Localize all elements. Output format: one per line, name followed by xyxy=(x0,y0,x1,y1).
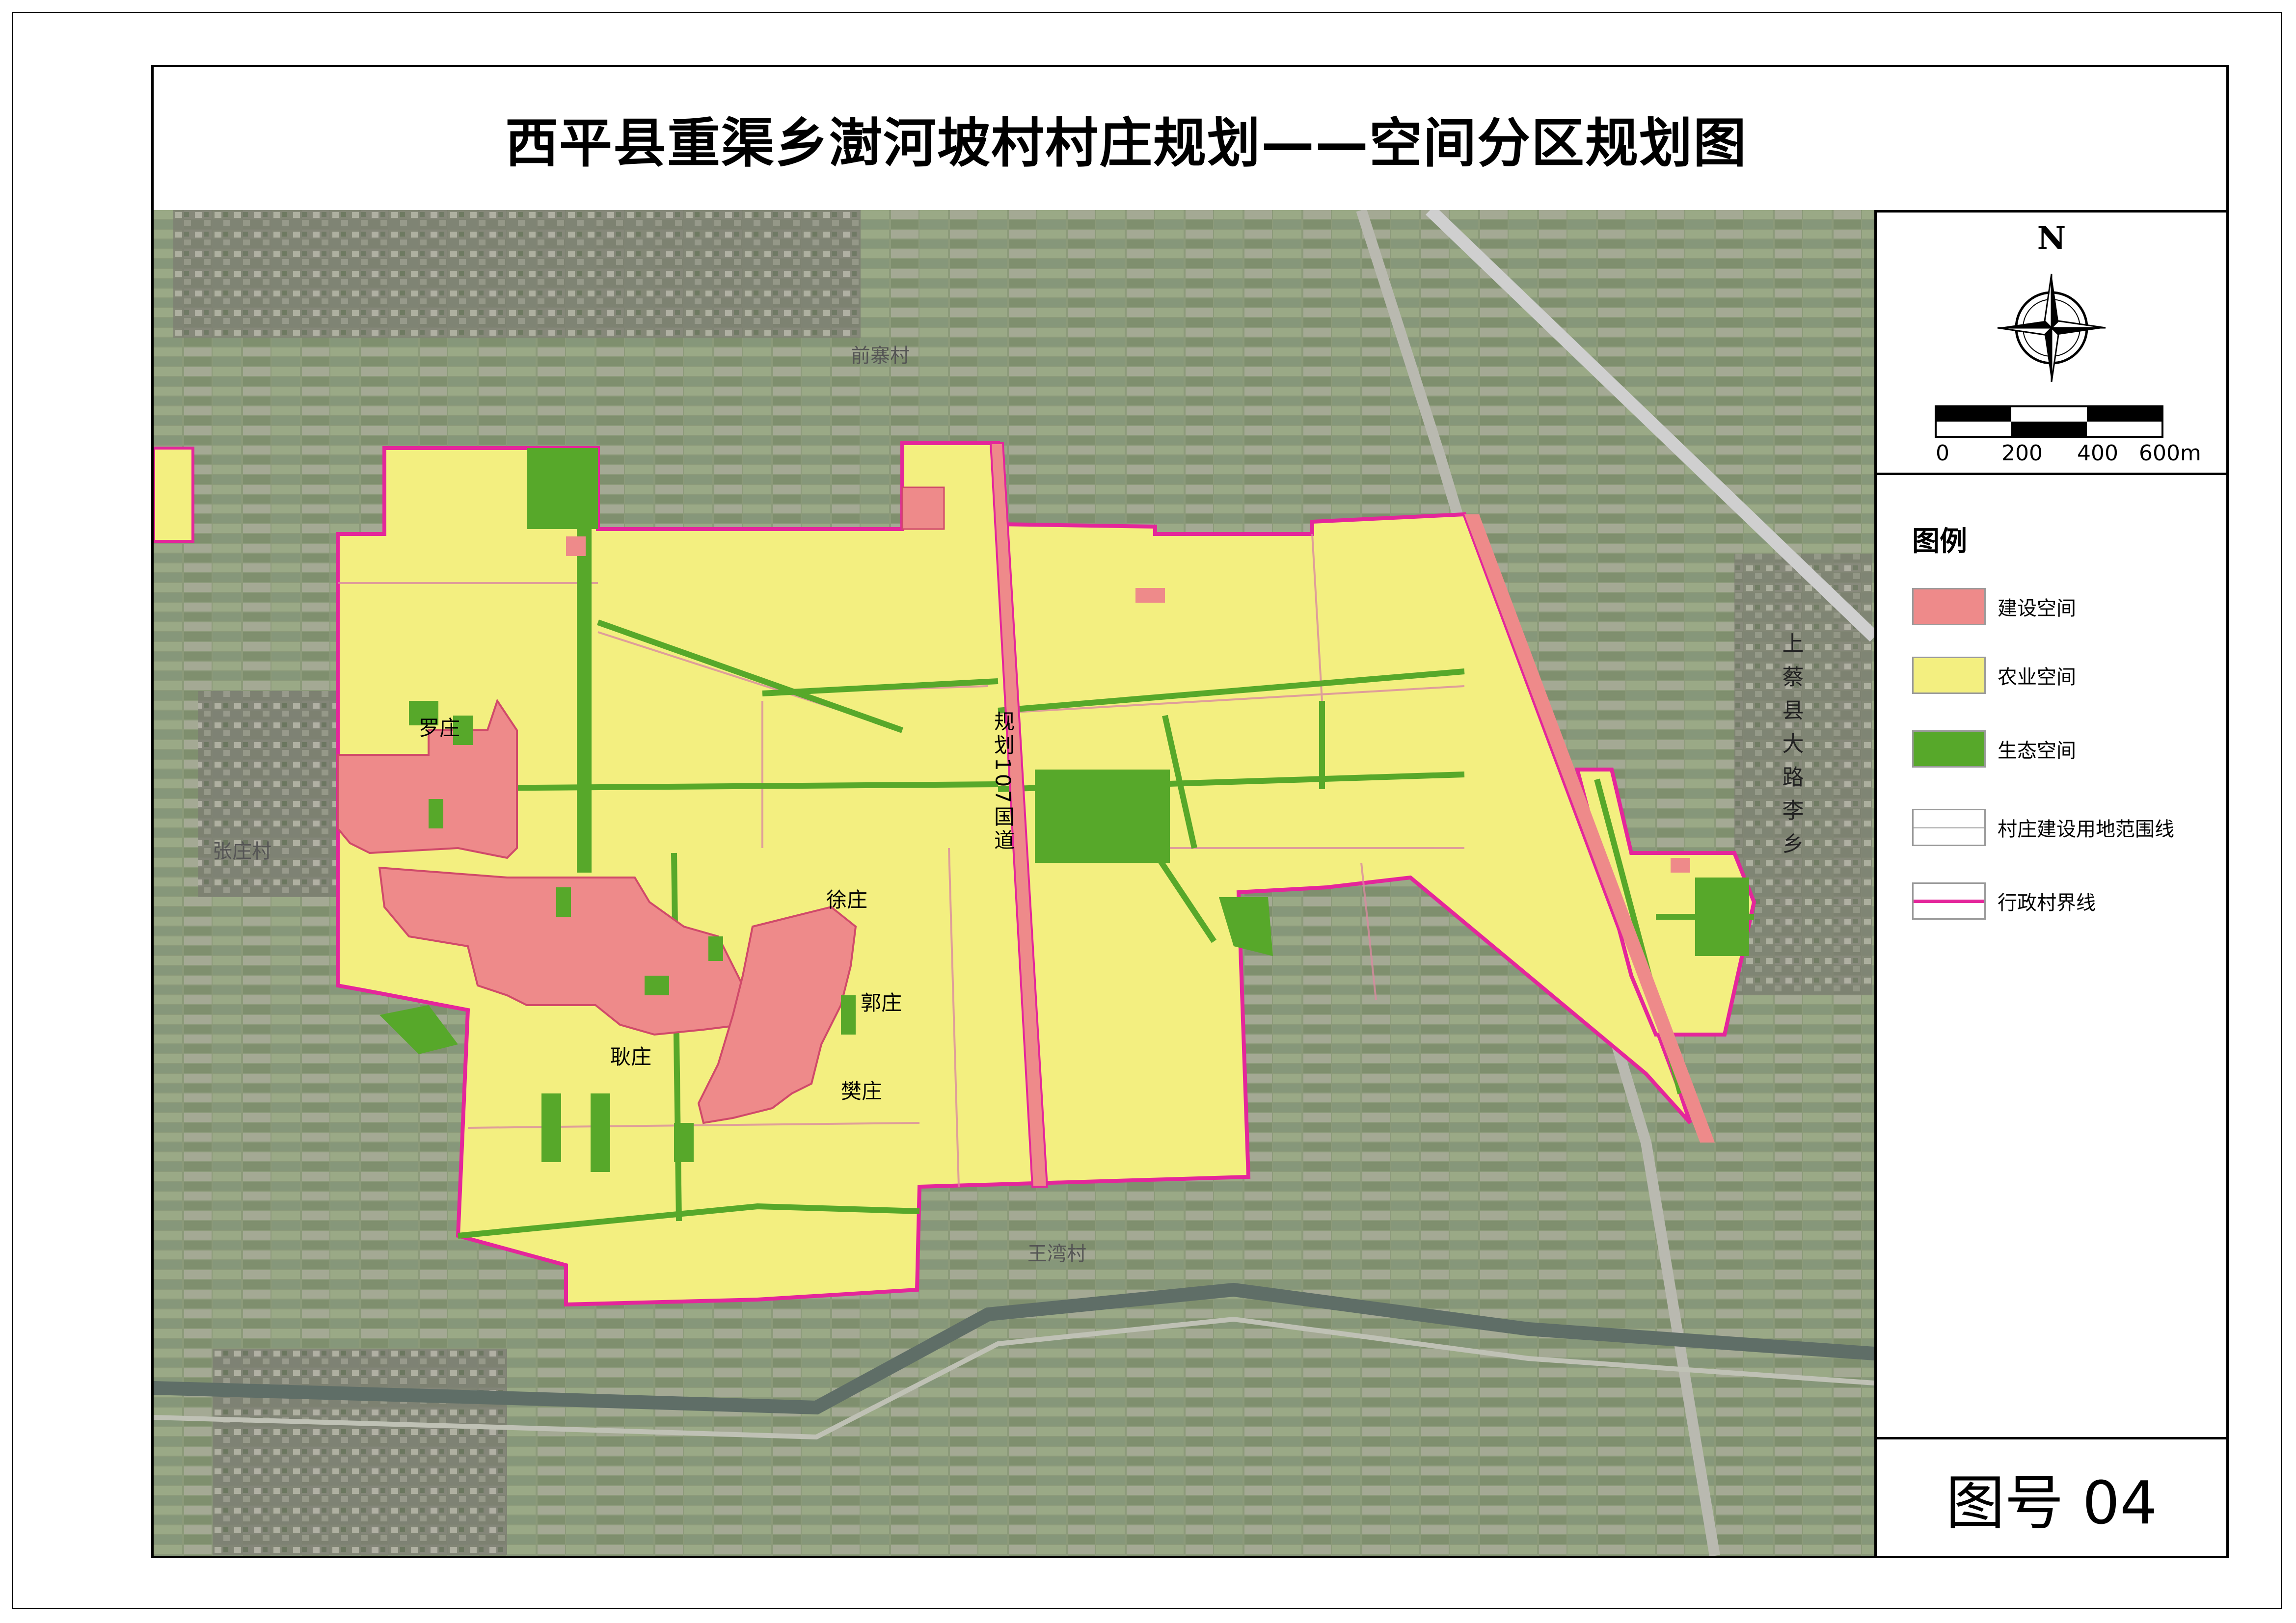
ecology-block-center[interactable] xyxy=(1035,770,1170,863)
label-guozhuang: 郭庄 xyxy=(861,991,902,1015)
construction-zone-small-3[interactable] xyxy=(1671,858,1690,873)
map-sheet: 西平县重渠乡澍河坡村村庄规划——空间分区规划图 前寨村 张庄村 王湾村 罗庄 徐… xyxy=(151,65,2229,1558)
map-svg: 前寨村 张庄村 王湾村 罗庄 徐庄 郭庄 耿庄 樊庄 规划107国道 上蔡县大路… xyxy=(154,210,1874,1556)
scale-label-0: 0 xyxy=(1936,441,1949,466)
village-area-west xyxy=(198,691,345,897)
legend-item-ecology: 生态空间 xyxy=(1912,730,2076,768)
scale-label-200: 200 xyxy=(2001,441,2043,466)
label-fanzhuang: 樊庄 xyxy=(841,1079,882,1103)
label-shangcai: 上蔡县大路李乡 xyxy=(1779,632,1804,866)
legend-label-ecology: 生态空间 xyxy=(1998,740,2076,762)
scale-label-400: 400 xyxy=(2077,441,2118,466)
agriculture-zone-west-edge[interactable] xyxy=(154,447,194,543)
figure-number: 图号 04 xyxy=(1945,1469,2158,1538)
figure-number-box: 图号 04 xyxy=(1877,1437,2226,1556)
compass-icon xyxy=(1997,273,2106,382)
label-zhangzhuang: 张庄村 xyxy=(213,840,271,863)
label-luozhuang: 罗庄 xyxy=(419,716,460,740)
legend-label-construction: 建设空间 xyxy=(1998,597,2076,620)
label-qianzhai: 前寨村 xyxy=(851,345,910,367)
swatch-construction xyxy=(1912,588,1986,625)
page-title: 西平县重渠乡澍河坡村村庄规划——空间分区规划图 xyxy=(505,112,1747,174)
village-area-north xyxy=(173,210,861,338)
ecology-block-east[interactable] xyxy=(1695,878,1749,956)
construction-zone-north[interactable] xyxy=(901,486,945,530)
swatch-ecology xyxy=(1912,730,1986,768)
legend-label-admin-boundary: 行政村界线 xyxy=(1998,892,2096,914)
construction-zone-small-1[interactable] xyxy=(1135,588,1165,603)
side-panel: N 0 200 400 600m 图例 建设空间 农业空间 生态空间 村庄建设用… xyxy=(1877,210,2226,1556)
scale-labels: 0 200 400 600m xyxy=(1921,441,2201,470)
north-arrow-box: N 0 200 400 600m xyxy=(1877,210,2226,475)
construction-zone-small-2[interactable] xyxy=(566,536,586,556)
legend-label-construction-boundary: 村庄建设用地范围线 xyxy=(1998,818,2174,841)
label-road107: 规划107国道 xyxy=(991,711,1015,853)
swatch-admin-boundary xyxy=(1912,882,1986,920)
legend-title: 图例 xyxy=(1912,526,1967,558)
map-canvas[interactable]: 前寨村 张庄村 王湾村 罗庄 徐庄 郭庄 耿庄 樊庄 规划107国道 上蔡县大路… xyxy=(154,210,1877,1556)
legend-label-agriculture: 农业空间 xyxy=(1998,666,2076,689)
title-bar: 西平县重渠乡澍河坡村村庄规划——空间分区规划图 xyxy=(154,67,2226,213)
swatch-construction-boundary xyxy=(1912,809,1986,846)
scale-label-600: 600m xyxy=(2139,441,2201,466)
ecology-block-small-2[interactable] xyxy=(591,1093,610,1172)
ecology-block-small-3[interactable] xyxy=(674,1123,694,1162)
ecology-block-small-1[interactable] xyxy=(541,1093,561,1162)
north-label: N xyxy=(2037,220,2066,257)
label-gengzhuang: 耿庄 xyxy=(610,1045,651,1069)
village-area-southwest xyxy=(213,1349,507,1555)
legend-item-construction-boundary: 村庄建设用地范围线 xyxy=(1912,809,2174,846)
scale-bar xyxy=(1935,405,2163,438)
label-wangwan: 王湾村 xyxy=(1027,1243,1086,1265)
legend-item-agriculture: 农业空间 xyxy=(1912,657,2076,694)
ecology-block-north[interactable] xyxy=(527,448,598,529)
ecology-strip-vertical[interactable] xyxy=(577,529,592,873)
swatch-agriculture xyxy=(1912,657,1986,694)
legend-item-construction: 建设空间 xyxy=(1912,588,2076,625)
legend: 图例 建设空间 农业空间 生态空间 村庄建设用地范围线 行政村界线 xyxy=(1877,475,2226,1437)
label-xuzhuang: 徐庄 xyxy=(826,888,867,912)
legend-item-admin-boundary: 行政村界线 xyxy=(1912,882,2096,920)
